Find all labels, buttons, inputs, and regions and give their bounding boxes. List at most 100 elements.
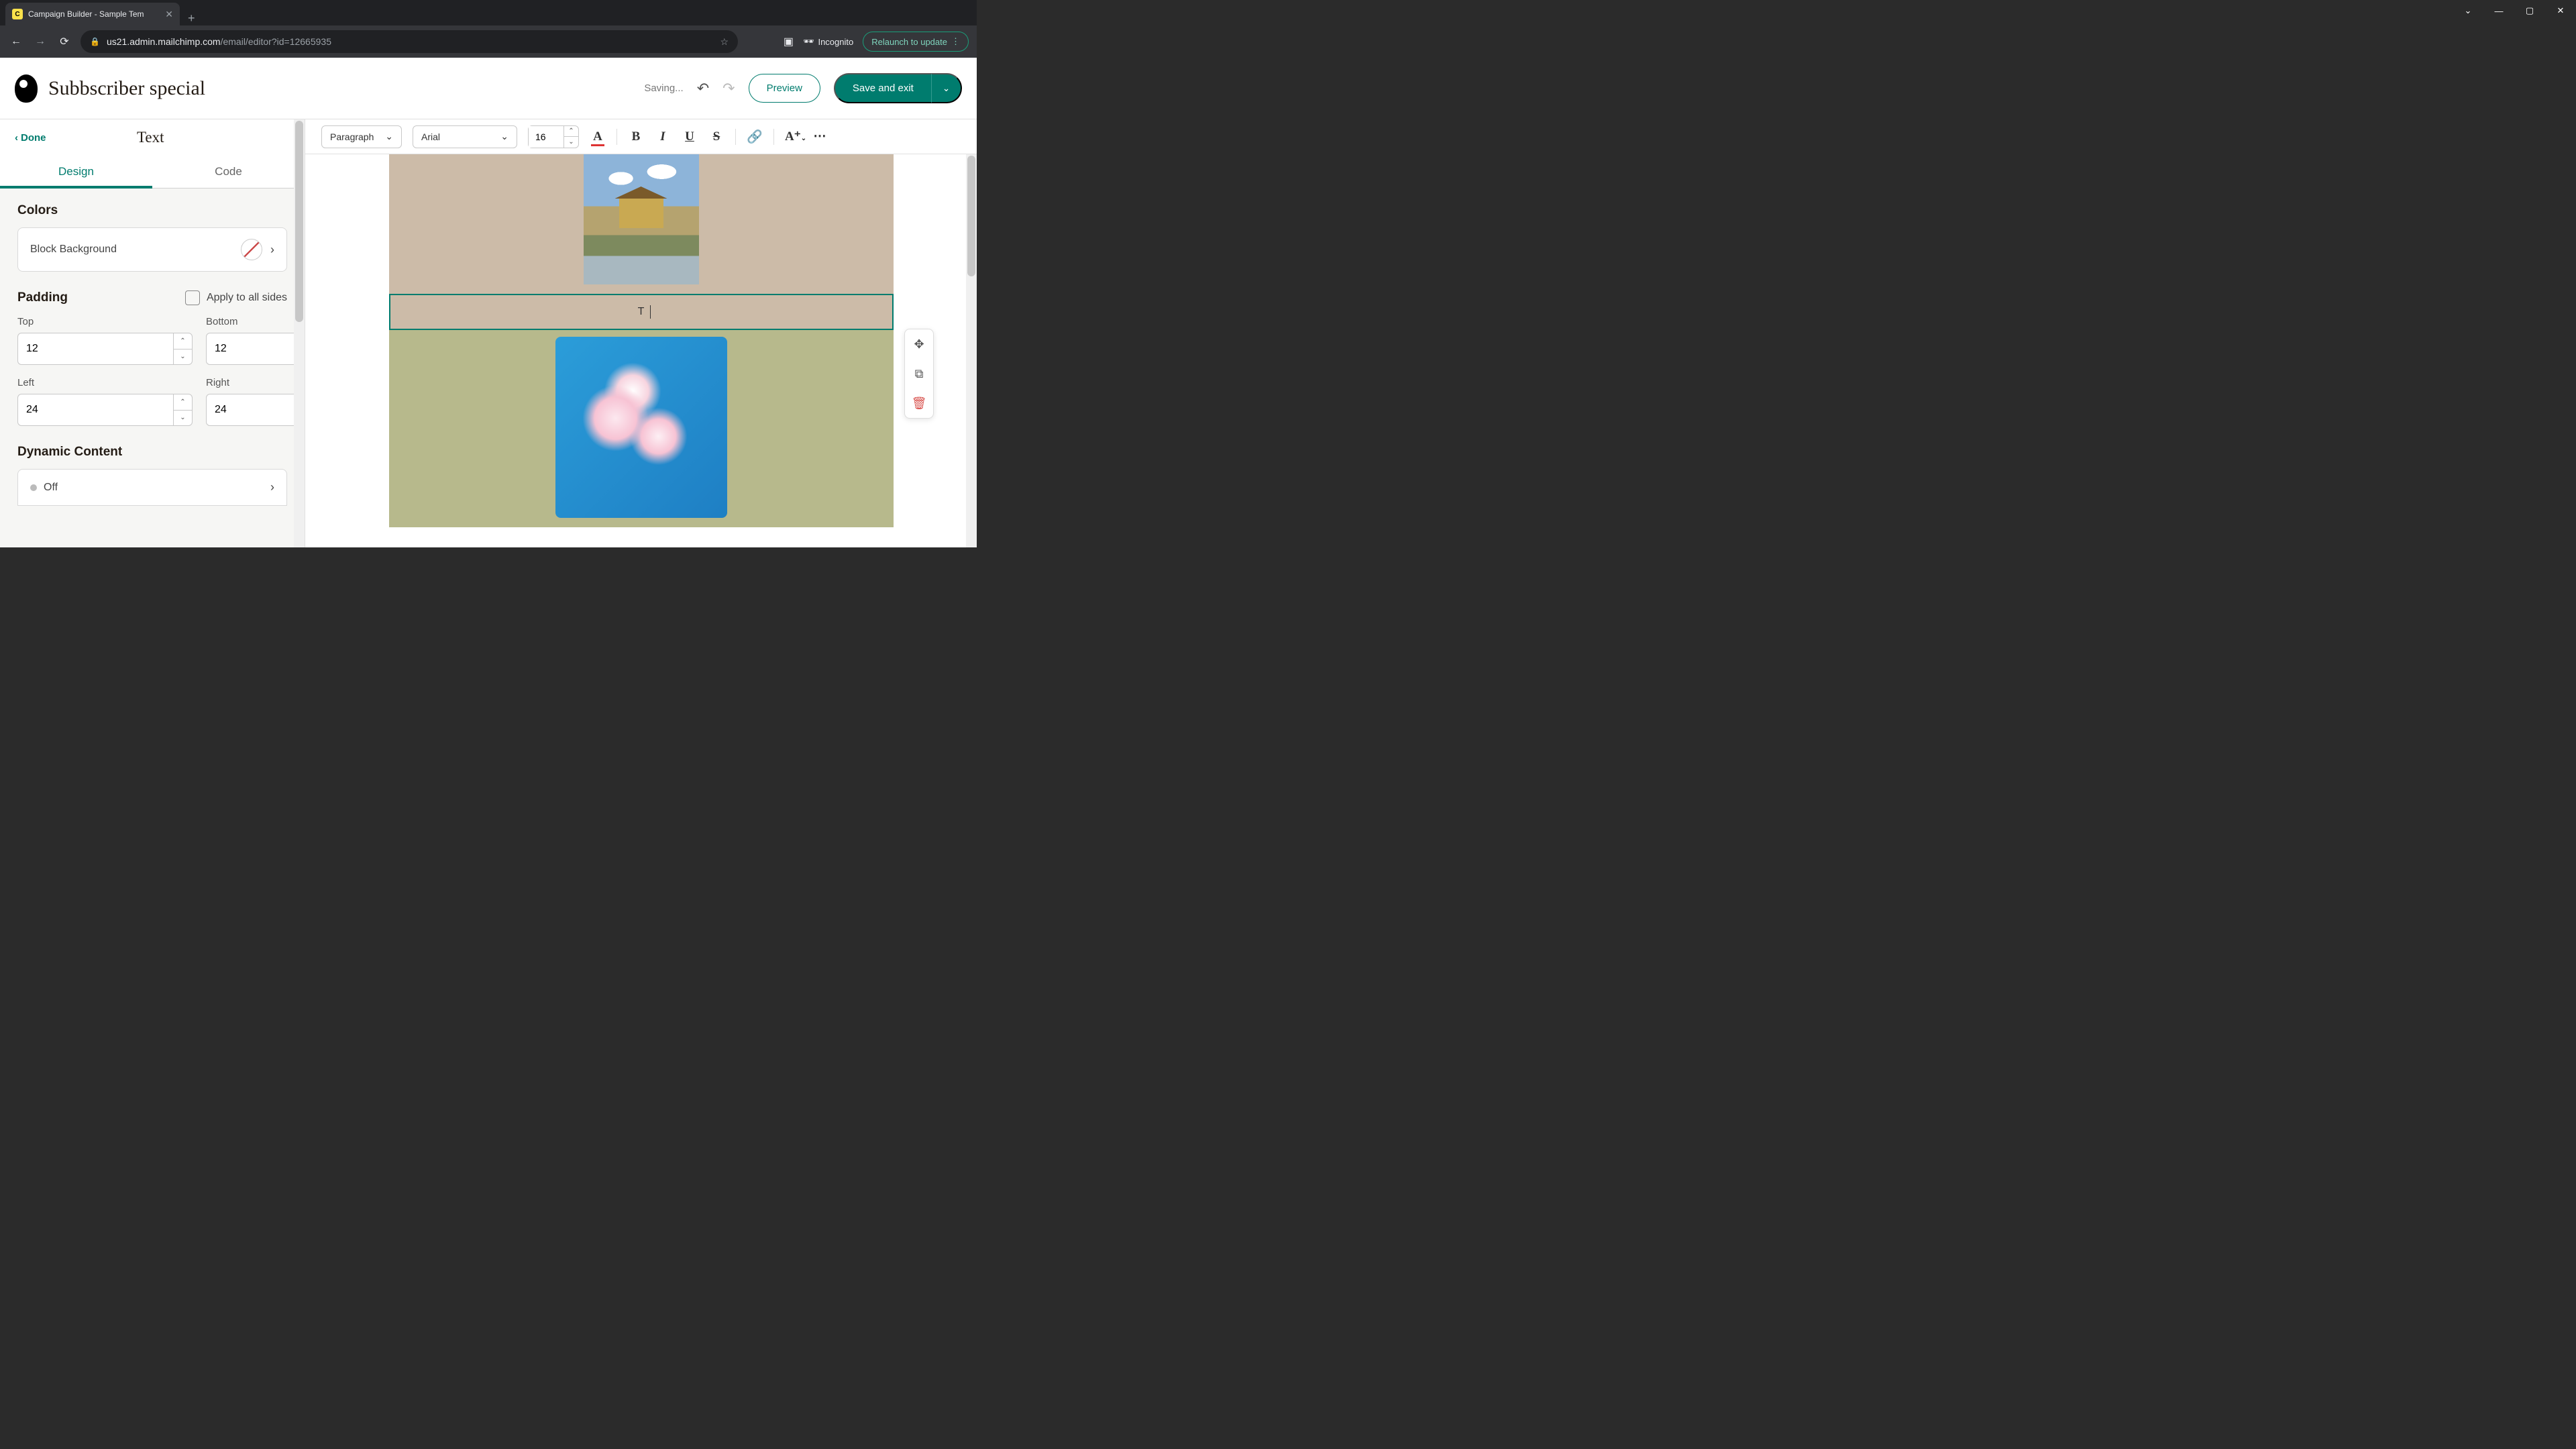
increment-icon[interactable]: ⌃ (174, 333, 192, 350)
url-host: us21.admin.mailchimp.com (107, 36, 221, 47)
temple-image (584, 154, 699, 284)
padding-bottom-label: Bottom (206, 316, 305, 327)
chevron-down-icon[interactable]: ⌄ (2453, 0, 2483, 21)
lock-icon: 🔒 (90, 37, 100, 46)
underline-icon[interactable]: U (682, 129, 698, 144)
minimize-window-icon[interactable]: — (2483, 0, 2514, 21)
apply-all-sides-label: Apply to all sides (207, 292, 287, 304)
undo-icon[interactable]: ↶ (697, 80, 709, 97)
chevron-down-icon: ⌄ (500, 131, 508, 142)
decrement-icon[interactable]: ⌄ (174, 350, 192, 365)
tab-title: Campaign Builder - Sample Tem (28, 9, 160, 19)
no-color-swatch-icon (241, 239, 262, 260)
padding-left-input[interactable] (18, 394, 173, 425)
browser-tab[interactable]: C Campaign Builder - Sample Tem ✕ (5, 3, 180, 25)
reload-button-icon[interactable]: ⟳ (56, 35, 72, 48)
increment-icon[interactable]: ⌃ (174, 394, 192, 411)
block-background-row[interactable]: Block Background › (17, 227, 287, 272)
padding-left-label: Left (17, 377, 193, 388)
extensions-icon[interactable]: ▣ (784, 35, 794, 48)
sidebar-content: Colors Block Background › Padding Apply … (0, 189, 305, 547)
paragraph-style-select[interactable]: Paragraph ⌄ (321, 125, 402, 148)
email-canvas[interactable]: T ✥ ⧉ 🗑 (305, 154, 977, 547)
canvas-scrollbar[interactable] (966, 154, 977, 547)
mailchimp-favicon-icon: C (12, 9, 23, 19)
save-and-exit-button[interactable]: Save and exit (834, 73, 932, 103)
padding-bottom-field[interactable]: ⌃⌄ (206, 333, 305, 365)
project-title[interactable]: Subbscriber special (48, 77, 205, 100)
dynamic-content-heading: Dynamic Content (17, 445, 287, 460)
save-dropdown-button[interactable]: ⌄ (931, 73, 962, 103)
incognito-badge: 🕶 Incognito (803, 36, 853, 47)
kebab-icon: ⋮ (951, 36, 960, 47)
save-status: Saving... (644, 83, 683, 94)
image-block-bottom[interactable] (389, 330, 894, 527)
separator (616, 129, 617, 145)
property-sidebar: ‹ Done Text Design Code Colors Block Bac… (0, 119, 305, 547)
preview-button[interactable]: Preview (749, 74, 820, 103)
close-window-icon[interactable]: ✕ (2545, 0, 2576, 21)
status-dot-icon (30, 484, 37, 491)
relaunch-button[interactable]: Relaunch to update ⋮ (863, 32, 969, 52)
chevron-left-icon: ‹ (15, 132, 18, 144)
increment-icon[interactable]: ⌃ (564, 126, 578, 138)
padding-top-field[interactable]: ⌃⌄ (17, 333, 193, 365)
font-family-select[interactable]: Arial ⌄ (413, 125, 517, 148)
image-block-top[interactable] (389, 154, 894, 284)
chevron-down-icon: ⌄ (385, 131, 393, 142)
decrement-icon[interactable]: ⌄ (564, 137, 578, 148)
blossom-image (555, 337, 727, 518)
close-tab-icon[interactable]: ✕ (165, 9, 173, 20)
padding-heading: Padding (17, 290, 185, 305)
separator (735, 129, 736, 145)
decrement-icon[interactable]: ⌄ (174, 411, 192, 426)
text-color-icon[interactable]: A (590, 129, 606, 144)
mailchimp-logo-icon[interactable] (15, 74, 38, 103)
delete-block-icon[interactable]: 🗑 (905, 388, 933, 418)
sidebar-scrollbar[interactable] (294, 119, 305, 547)
italic-icon[interactable]: I (655, 129, 671, 144)
move-block-icon[interactable]: ✥ (905, 329, 933, 359)
bookmark-star-icon[interactable]: ☆ (720, 36, 729, 48)
block-floating-toolbar: ✥ ⧉ 🗑 (904, 329, 934, 419)
back-button-icon[interactable]: ← (8, 36, 24, 48)
ai-assist-icon[interactable]: A⁺⌄ (785, 129, 801, 144)
padding-left-field[interactable]: ⌃⌄ (17, 394, 193, 426)
browser-toolbar: ← → ⟳ 🔒 us21.admin.mailchimp.com/email/e… (0, 25, 977, 58)
email-body: T (389, 154, 894, 527)
apply-all-sides-checkbox[interactable] (185, 290, 200, 305)
chevron-right-icon: › (270, 480, 274, 494)
forward-button-icon: → (32, 36, 48, 48)
more-options-icon[interactable]: ⋯ (812, 129, 828, 144)
sidebar-title: Text (137, 129, 164, 146)
font-size-field[interactable]: ⌃⌄ (528, 125, 579, 148)
strikethrough-icon[interactable]: S (708, 129, 724, 144)
padding-top-label: Top (17, 316, 193, 327)
padding-right-label: Right (206, 377, 305, 388)
tab-code[interactable]: Code (152, 156, 305, 188)
padding-right-input[interactable] (207, 394, 305, 425)
padding-right-field[interactable]: ⌃⌄ (206, 394, 305, 426)
text-block-selected[interactable]: T (389, 294, 894, 330)
padding-bottom-input[interactable] (207, 333, 305, 364)
incognito-icon: 🕶 (803, 36, 814, 47)
maximize-window-icon[interactable]: ▢ (2514, 0, 2545, 21)
browser-tab-strip: C Campaign Builder - Sample Tem ✕ + ⌄ — … (0, 0, 977, 25)
font-size-input[interactable] (529, 126, 564, 148)
padding-top-input[interactable] (18, 333, 173, 364)
chevron-down-icon: ⌄ (943, 83, 950, 93)
bold-icon[interactable]: B (628, 129, 644, 144)
link-icon[interactable]: 🔗 (747, 129, 763, 145)
dynamic-content-row[interactable]: Off › (17, 469, 287, 506)
app-root: Subbscriber special Saving... ↶ ↷ Previe… (0, 58, 977, 547)
redo-icon: ↷ (722, 80, 735, 97)
new-tab-button[interactable]: + (180, 11, 203, 25)
address-bar[interactable]: 🔒 us21.admin.mailchimp.com/email/editor?… (80, 30, 738, 53)
url-path: /email/editor?id=12665935 (221, 36, 331, 47)
text-content: T (638, 306, 645, 317)
tab-design[interactable]: Design (0, 156, 152, 188)
sidebar-tabs: Design Code (0, 156, 305, 189)
duplicate-block-icon[interactable]: ⧉ (905, 359, 933, 388)
chevron-right-icon: › (270, 243, 274, 257)
done-button[interactable]: ‹ Done (15, 132, 46, 144)
